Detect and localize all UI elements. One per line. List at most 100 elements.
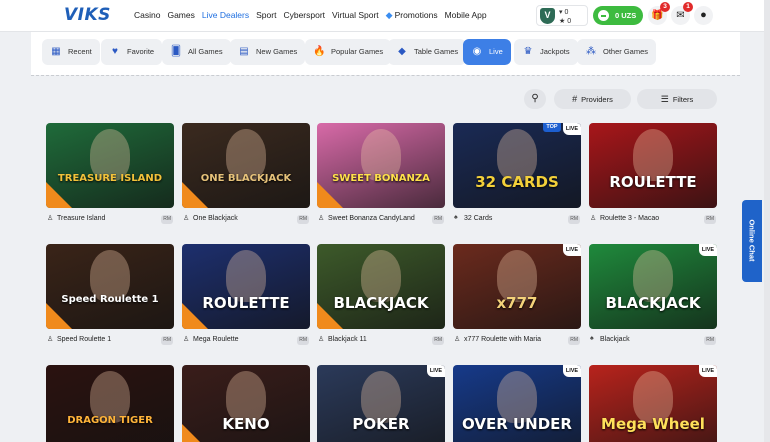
- rm-badge: RM: [704, 336, 716, 345]
- game-meta: ♙ Roulette 3 - Macao RM: [589, 214, 717, 226]
- balance-button[interactable]: 0 UZS: [593, 6, 643, 25]
- promo-ribbon: [46, 303, 72, 329]
- category-jackpots[interactable]: ♛ Jackpots: [514, 39, 578, 65]
- game-name[interactable]: Blackjack 11: [328, 336, 367, 343]
- game-name[interactable]: 32 Cards: [464, 215, 492, 222]
- site-logo[interactable]: VIKS: [64, 5, 111, 25]
- live-badge: LIVE: [699, 244, 717, 256]
- nav-virtual-sport[interactable]: Virtual Sport: [332, 10, 379, 21]
- search-button[interactable]: ⚲: [524, 89, 546, 109]
- nav-sport[interactable]: Sport: [256, 10, 276, 21]
- dealer-icon: ♙: [47, 336, 54, 343]
- game-thumbnail[interactable]: ROULETTE: [182, 244, 310, 329]
- diamond-icon: ◆: [385, 10, 393, 20]
- game-meta: ♠ 32 Cards RM: [453, 214, 581, 226]
- nav-promotions[interactable]: ◆ Promotions: [386, 10, 438, 21]
- game-thumbnail-title: x777: [496, 294, 538, 312]
- promo-ribbon: [182, 182, 208, 208]
- category-recent[interactable]: ▦ Recent: [42, 39, 100, 65]
- game-thumbnail-title: Mega Wheel: [601, 415, 705, 433]
- cards-icon: ♠: [454, 214, 458, 221]
- search-icon: ⚲: [531, 93, 539, 104]
- gift-button[interactable]: 🎁 3: [648, 2, 670, 25]
- live-icon: ◉: [472, 46, 482, 57]
- game-name[interactable]: One Blackjack: [193, 215, 238, 222]
- game-thumbnail[interactable]: x777 LIVE: [453, 244, 581, 329]
- game-meta: ♙ Blackjack 11 RM: [317, 335, 445, 347]
- category-popular-games[interactable]: 🔥 Popular Games: [305, 39, 392, 65]
- live-badge: LIVE: [563, 123, 581, 135]
- dice-icon: ◆: [398, 46, 406, 57]
- category-table-games[interactable]: ◆ Table Games: [388, 39, 467, 65]
- filter-icon: ☰: [660, 94, 669, 104]
- rm-badge: RM: [432, 215, 444, 224]
- hash-icon: #: [572, 94, 578, 104]
- nav-mobile-app[interactable]: Mobile App: [445, 10, 487, 21]
- promo-ribbon: [182, 303, 208, 329]
- game-meta: ♙ Treasure Island RM: [46, 214, 174, 226]
- category-other-games[interactable]: ⁂ Other Games: [577, 39, 657, 65]
- game-meta: ♙ Sweet Bonanza CandyLand RM: [317, 214, 445, 226]
- game-thumbnail[interactable]: ONE BLACKJACK: [182, 123, 310, 208]
- dealer-icon: ♙: [47, 215, 54, 222]
- game-name[interactable]: x777 Roulette with Maria: [464, 336, 541, 343]
- dealer-icon: ♙: [318, 336, 325, 343]
- rm-badge: RM: [297, 215, 309, 224]
- game-thumbnail[interactable]: Mega Wheel LIVE: [589, 365, 717, 442]
- game-thumbnail[interactable]: Speed Roulette 1: [46, 244, 174, 329]
- filters-button[interactable]: ☰ Filters: [637, 89, 717, 109]
- game-name[interactable]: Speed Roulette 1: [57, 336, 111, 343]
- profile-button[interactable]: ●: [694, 6, 713, 25]
- page-scrollbar[interactable]: [764, 0, 770, 442]
- mail-icon: ✉: [676, 10, 685, 21]
- category-favorite[interactable]: ♥ Favorite: [101, 39, 163, 65]
- game-thumbnail-title: 32 CARDS: [475, 173, 559, 191]
- category-all-games[interactable]: 🂠 All Games: [162, 39, 231, 65]
- game-thumbnail[interactable]: BLACKJACK LIVE: [589, 244, 717, 329]
- rm-badge: RM: [432, 336, 444, 345]
- game-name[interactable]: Mega Roulette: [193, 336, 239, 343]
- game-thumbnail[interactable]: ROULETTE: [589, 123, 717, 208]
- rm-badge: RM: [161, 215, 173, 224]
- game-name[interactable]: Treasure Island: [57, 215, 105, 222]
- game-thumbnail[interactable]: SWEET BONANZA: [317, 123, 445, 208]
- cards-icon: ♠: [590, 335, 594, 342]
- game-name[interactable]: Blackjack: [600, 336, 630, 343]
- fire-icon: 🔥: [313, 46, 326, 57]
- other-games-icon: ⁂: [586, 46, 596, 57]
- game-thumbnail-title: ROULETTE: [609, 173, 697, 191]
- game-thumbnail[interactable]: DRAGON TIGER: [46, 365, 174, 442]
- game-thumbnail[interactable]: 32 CARDS LIVE TOP: [453, 123, 581, 208]
- game-thumbnail[interactable]: BLACKJACK: [317, 244, 445, 329]
- game-thumbnail[interactable]: POKER LIVE: [317, 365, 445, 442]
- nav-games[interactable]: Games: [167, 10, 194, 21]
- game-meta: ♙ One Blackjack RM: [182, 214, 310, 226]
- loyalty-widget[interactable]: V ▾ 0 ★ 0: [536, 5, 588, 26]
- rm-badge: RM: [704, 215, 716, 224]
- dealer-icon: ♙: [318, 215, 325, 222]
- category-live[interactable]: ◉ Live: [463, 39, 511, 65]
- mail-badge: 1: [683, 2, 693, 12]
- providers-button[interactable]: # Providers: [554, 89, 631, 109]
- game-name[interactable]: Roulette 3 - Macao: [600, 215, 659, 222]
- mail-button[interactable]: ✉ 1: [671, 2, 693, 25]
- nav-live-dealers[interactable]: Live Dealers: [202, 10, 249, 21]
- dealer-icon: ♙: [454, 336, 461, 343]
- promo-ribbon: [317, 182, 343, 208]
- live-badge: LIVE: [563, 365, 581, 377]
- nav-cybersport[interactable]: Cybersport: [283, 10, 325, 21]
- game-thumbnail[interactable]: OVER UNDER LIVE: [453, 365, 581, 442]
- game-thumbnail[interactable]: TREASURE ISLAND: [46, 123, 174, 208]
- game-name[interactable]: Sweet Bonanza CandyLand: [328, 215, 415, 222]
- category-new-games[interactable]: ▤ New Games: [230, 39, 306, 65]
- game-thumbnail[interactable]: KENO: [182, 365, 310, 442]
- game-thumbnail-title: BLACKJACK: [605, 294, 701, 312]
- heart-icon: ♥: [112, 46, 118, 57]
- nav-casino[interactable]: Casino: [134, 10, 160, 21]
- online-chat-button[interactable]: Online Chat: [742, 200, 762, 282]
- game-meta: ♠ Blackjack RM: [589, 335, 717, 347]
- minus-icon: [598, 10, 609, 21]
- new-icon: ▤: [239, 46, 249, 57]
- top-badge: TOP: [543, 123, 561, 132]
- cards-icon: 🂠: [170, 46, 182, 57]
